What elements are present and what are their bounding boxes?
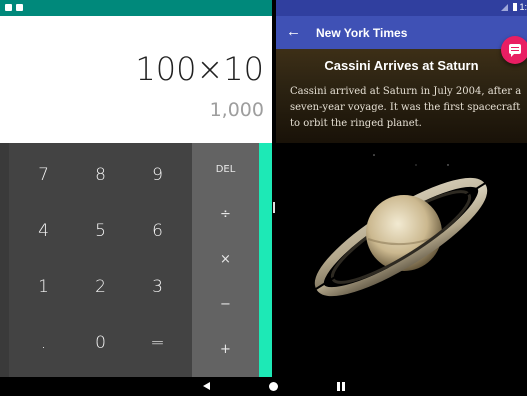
digit-6-button[interactable]: 6 bbox=[129, 203, 186, 259]
article-title: Cassini Arrives at Saturn bbox=[324, 58, 479, 73]
calculator-display: 100×10 1,000 bbox=[0, 16, 272, 143]
calculator-app: 100×10 1,000 7 8 9 4 5 6 1 2 3 . 0 = DEL… bbox=[0, 0, 272, 377]
calculator-status-bar bbox=[0, 0, 272, 16]
nyt-status-bar: 1: bbox=[276, 0, 527, 16]
divider-handle-icon[interactable] bbox=[273, 202, 275, 213]
status-icons: 1: bbox=[501, 2, 527, 12]
numpad: 7 8 9 4 5 6 1 2 3 . 0 = bbox=[9, 143, 192, 377]
numpad-edge bbox=[0, 143, 9, 377]
digit-3-button[interactable]: 3 bbox=[129, 259, 186, 315]
advanced-panel-handle[interactable] bbox=[259, 143, 272, 377]
digit-8-button[interactable]: 8 bbox=[72, 147, 129, 203]
decimal-point-button[interactable]: . bbox=[15, 315, 72, 371]
article-header[interactable]: Cassini Arrives at Saturn Cassini arrive… bbox=[276, 49, 527, 143]
digit-9-button[interactable]: 9 bbox=[129, 147, 186, 203]
saturn-image bbox=[276, 143, 527, 377]
sd-card-icon bbox=[16, 4, 23, 11]
digit-1-button[interactable]: 1 bbox=[15, 259, 72, 315]
nav-home-icon[interactable] bbox=[269, 382, 278, 391]
result-text: 1,000 bbox=[209, 99, 264, 121]
app-title: New York Times bbox=[316, 26, 408, 40]
delete-button[interactable]: DEL bbox=[192, 147, 259, 191]
divide-button[interactable]: ÷ bbox=[192, 192, 259, 236]
multiply-button[interactable]: × bbox=[192, 237, 259, 281]
comment-fab[interactable] bbox=[501, 36, 527, 64]
equals-button[interactable]: = bbox=[129, 315, 186, 371]
digit-0-button[interactable]: 0 bbox=[72, 315, 129, 371]
digit-5-button[interactable]: 5 bbox=[72, 203, 129, 259]
nav-back-icon[interactable] bbox=[203, 382, 210, 390]
nyt-app-bar: ← New York Times bbox=[276, 16, 527, 49]
digit-2-button[interactable]: 2 bbox=[72, 259, 129, 315]
digit-4-button[interactable]: 4 bbox=[15, 203, 72, 259]
signal-icon bbox=[501, 4, 509, 11]
nyt-app: 1: ← New York Times Cassini Arrives at S… bbox=[276, 0, 527, 377]
notification-icon bbox=[5, 4, 12, 11]
article-body: Cassini arrived at Saturn in July 2004, … bbox=[290, 86, 522, 129]
arrow-back-icon[interactable]: ← bbox=[286, 24, 301, 40]
status-time: 1: bbox=[519, 2, 527, 12]
subtract-button[interactable]: − bbox=[192, 282, 259, 326]
nav-split-screen-icon[interactable] bbox=[337, 382, 345, 391]
navigation-bar bbox=[0, 377, 527, 396]
formula-text[interactable]: 100×10 bbox=[135, 50, 264, 88]
add-button[interactable]: + bbox=[192, 327, 259, 371]
operator-pad: DEL ÷ × − + bbox=[192, 143, 259, 377]
digit-7-button[interactable]: 7 bbox=[15, 147, 72, 203]
battery-icon bbox=[512, 3, 517, 11]
comment-icon bbox=[509, 44, 521, 57]
